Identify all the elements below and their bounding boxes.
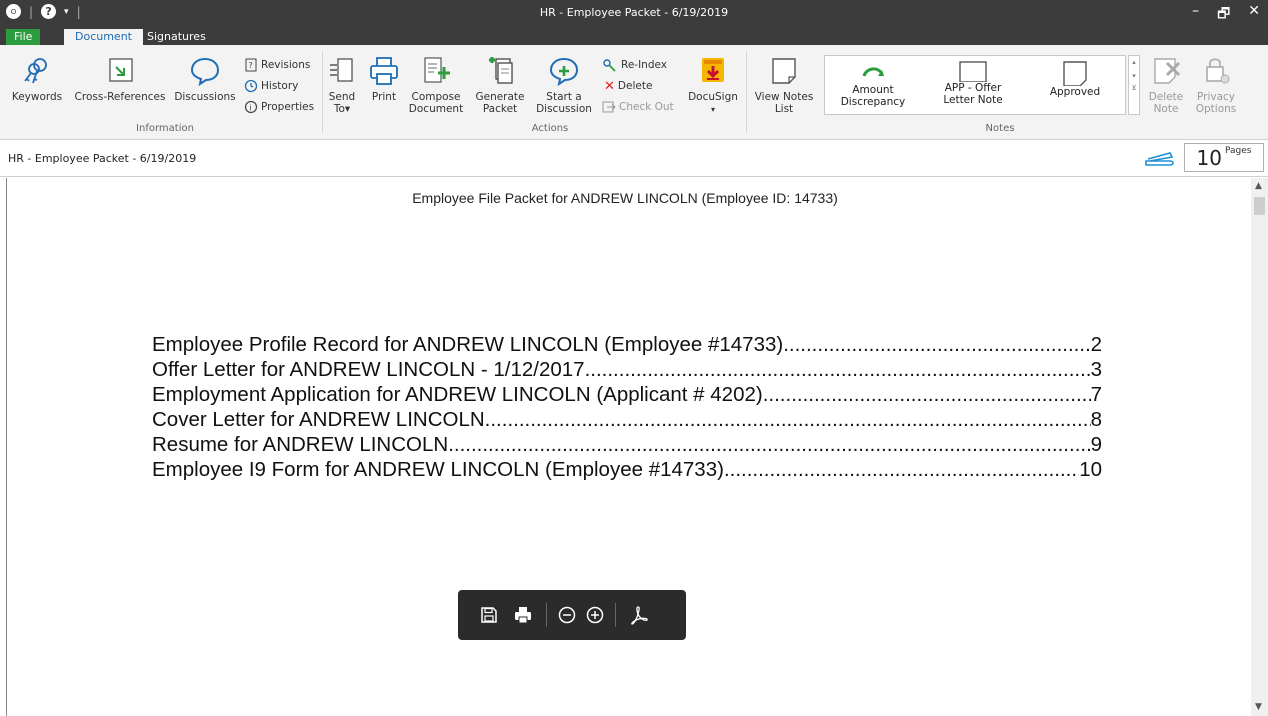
toc-row[interactable]: Cover Letter for ANDREW LINCOLN8 bbox=[152, 407, 1102, 432]
ribbon-tabs: File Document Signatures bbox=[0, 23, 1268, 51]
docusign-icon bbox=[702, 58, 724, 82]
clock-icon bbox=[244, 79, 258, 93]
revisions-icon: ? bbox=[245, 58, 257, 72]
information-group-label: Information bbox=[136, 123, 194, 134]
toc-row[interactable]: Employee I9 Form for ANDREW LINCOLN (Emp… bbox=[152, 457, 1102, 482]
ribbon: Keywords Cross-References Discussions ? … bbox=[0, 45, 1268, 140]
history-button[interactable]: History bbox=[244, 78, 298, 94]
vertical-scrollbar[interactable]: ▲ ▼ bbox=[1251, 178, 1268, 716]
lock-gear-icon bbox=[1206, 58, 1230, 84]
toc-row[interactable]: Employee Profile Record for ANDREW LINCO… bbox=[152, 332, 1102, 357]
note-app-offer-letter[interactable]: APP - Offer Letter Note bbox=[935, 60, 1011, 106]
document-title: HR - Employee Packet - 6/19/2019 bbox=[8, 152, 197, 165]
print-icon[interactable] bbox=[506, 598, 540, 632]
window-title: HR - Employee Packet - 6/19/2019 bbox=[539, 6, 729, 19]
stapler-icon[interactable] bbox=[1144, 149, 1176, 167]
tab-signatures[interactable]: Signatures bbox=[136, 29, 217, 45]
table-of-contents: Employee Profile Record for ANDREW LINCO… bbox=[152, 332, 1102, 482]
check-out-icon bbox=[602, 101, 616, 113]
keywords-button[interactable]: Keywords bbox=[8, 55, 66, 103]
svg-text:?: ? bbox=[249, 61, 253, 70]
delete-note-button[interactable]: Delete Note bbox=[1146, 55, 1186, 115]
compose-document-icon bbox=[424, 57, 450, 83]
acrobat-icon[interactable] bbox=[622, 598, 656, 632]
compose-document-button[interactable]: Compose Document bbox=[406, 55, 466, 115]
pages-label: Pages bbox=[1224, 146, 1252, 156]
generate-packet-icon bbox=[489, 57, 513, 84]
reindex-button[interactable]: Re-Index bbox=[602, 57, 667, 73]
printer-icon bbox=[370, 57, 398, 85]
delete-note-icon bbox=[1154, 58, 1181, 84]
tab-file[interactable]: File bbox=[6, 29, 41, 45]
note-icon bbox=[772, 58, 796, 84]
page-count: 10 bbox=[1196, 146, 1222, 170]
notes-gallery: Amount Discrepancy APP - Offer Letter No… bbox=[824, 55, 1126, 115]
save-icon[interactable] bbox=[472, 598, 506, 632]
scroll-up-icon[interactable]: ▴ bbox=[1129, 58, 1139, 66]
gallery-more-icon[interactable]: ⊻ bbox=[1129, 84, 1139, 92]
scroll-down-icon[interactable]: ▼ bbox=[1255, 702, 1262, 712]
view-notes-list-button[interactable]: View Notes List bbox=[752, 55, 816, 115]
check-out-button[interactable]: Check Out bbox=[602, 99, 674, 115]
toc-row[interactable]: Employment Application for ANDREW LINCOL… bbox=[152, 382, 1102, 407]
actions-group-label: Actions bbox=[531, 123, 569, 134]
zoom-out-icon[interactable] bbox=[553, 598, 581, 632]
cross-references-button[interactable]: Cross-References bbox=[74, 55, 166, 103]
revisions-button[interactable]: ? Revisions bbox=[244, 57, 310, 73]
note-amount-discrepancy[interactable]: Amount Discrepancy bbox=[835, 64, 911, 108]
docusign-button[interactable]: DocuSign ▾ bbox=[686, 55, 740, 116]
send-to-button[interactable]: Send To▾ bbox=[326, 55, 358, 115]
send-to-icon bbox=[330, 58, 353, 82]
speech-bubble-icon bbox=[190, 57, 220, 87]
toc-row[interactable]: Offer Letter for ANDREW LINCOLN - 1/12/2… bbox=[152, 357, 1102, 382]
delete-x-icon: ✕ bbox=[604, 78, 615, 94]
privacy-options-button[interactable]: Privacy Options bbox=[1192, 55, 1240, 115]
generate-packet-button[interactable]: Generate Packet bbox=[474, 55, 526, 115]
properties-button[interactable]: i Properties bbox=[244, 99, 314, 115]
start-discussion-icon bbox=[549, 57, 579, 87]
document-bar: HR - Employee Packet - 6/19/2019 10 Page… bbox=[0, 140, 1268, 177]
scroll-up-icon[interactable]: ▲ bbox=[1255, 181, 1262, 191]
notes-group-label: Notes bbox=[985, 123, 1015, 134]
note-approved[interactable]: Approved bbox=[1037, 60, 1113, 98]
note-app-offer-icon bbox=[959, 61, 987, 82]
svg-text:i: i bbox=[249, 104, 251, 113]
scrollbar-thumb[interactable] bbox=[1254, 197, 1265, 215]
delete-button[interactable]: ✕ Delete bbox=[604, 78, 652, 94]
print-button[interactable]: Print bbox=[366, 55, 402, 103]
packet-header: Employee File Packet for ANDREW LINCOLN … bbox=[412, 190, 838, 206]
toc-row[interactable]: Resume for ANDREW LINCOLN9 bbox=[152, 432, 1102, 457]
page-count-box: 10 Pages bbox=[1184, 143, 1264, 172]
cross-references-icon bbox=[109, 58, 133, 82]
pdf-toolbar bbox=[458, 590, 686, 640]
discussions-button[interactable]: Discussions bbox=[172, 55, 238, 103]
keys-icon bbox=[24, 58, 47, 84]
note-approved-icon bbox=[1063, 61, 1087, 86]
info-icon: i bbox=[244, 100, 258, 114]
notes-gallery-scroll[interactable]: ▴ ▾ ⊻ bbox=[1128, 55, 1140, 115]
start-discussion-button[interactable]: Start a Discussion bbox=[534, 55, 594, 115]
reindex-icon bbox=[603, 59, 616, 72]
scroll-down-icon[interactable]: ▾ bbox=[1129, 72, 1139, 80]
zoom-in-icon[interactable] bbox=[581, 598, 609, 632]
note-amount-discrepancy-icon bbox=[862, 67, 884, 77]
